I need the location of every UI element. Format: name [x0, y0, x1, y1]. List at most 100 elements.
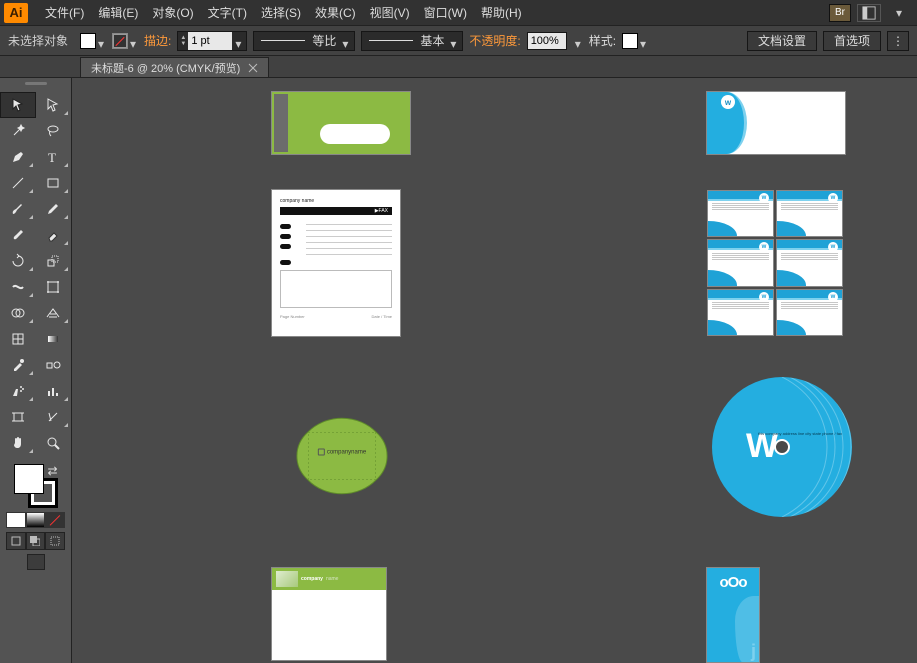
workspace-switcher-icon[interactable] [857, 4, 881, 22]
stroke-swatch [112, 33, 128, 49]
rotate-tool-icon[interactable] [0, 248, 36, 274]
menu-window[interactable]: 窗口(W) [417, 0, 474, 25]
free-transform-tool-icon[interactable] [36, 274, 72, 300]
slice-tool-icon[interactable] [36, 404, 72, 430]
brush-label: 基本 [420, 32, 444, 49]
document-tab-title: 未标题-6 @ 20% (CMYK/预览) [91, 60, 240, 76]
screen-mode-switch[interactable] [0, 554, 71, 570]
rectangle-tool-icon[interactable] [36, 170, 72, 196]
default-fill-stroke-icon[interactable] [14, 498, 24, 508]
stroke-profile-label: 等比 [312, 32, 336, 49]
opacity-label: 不透明度: [469, 32, 520, 49]
artboard-envelope-white[interactable]: w [707, 92, 845, 154]
magic-wand-tool-icon[interactable] [0, 118, 36, 144]
toolbox: T ⇄ [0, 78, 72, 663]
menu-select[interactable]: 选择(S) [254, 0, 308, 25]
document-tab[interactable]: 未标题-6 @ 20% (CMYK/预览) [80, 57, 269, 77]
lh-light: name [326, 576, 339, 582]
menu-effect[interactable]: 效果(C) [308, 0, 363, 25]
menu-type[interactable]: 文字(T) [201, 0, 254, 25]
mesh-tool-icon[interactable] [0, 326, 36, 352]
pencil-tool-icon[interactable] [36, 196, 72, 222]
control-bar: 未选择对象 ▾ ▾ 描边: ▲▼ ▾ 等比 ▾ 基本 ▾ 不透明度: ▾ 样式:… [0, 26, 917, 56]
artboard-envelope-dieline[interactable]: companyname [258, 372, 426, 532]
stroke-profile-picker[interactable]: 等比 ▾ [253, 31, 355, 51]
shape-builder-tool-icon[interactable] [0, 300, 36, 326]
menu-file[interactable]: 文件(F) [38, 0, 91, 25]
artboard-cd-label[interactable]: W this company address line city state p… [707, 372, 857, 522]
paintbrush-tool-icon[interactable] [0, 196, 36, 222]
menu-edit[interactable]: 编辑(E) [91, 0, 145, 25]
fill-swatch [80, 33, 96, 49]
menu-help[interactable]: 帮助(H) [474, 0, 529, 25]
selection-tool-icon[interactable] [0, 92, 36, 118]
svg-text:T: T [48, 150, 56, 165]
fill-swatch-picker[interactable]: ▾ [80, 33, 106, 49]
control-more-icon[interactable]: ⋮ [887, 31, 909, 51]
fax-label: ▶FAX [375, 208, 388, 214]
artboard-letterhead[interactable]: company name [272, 568, 386, 660]
color-mode-gradient[interactable] [26, 512, 46, 528]
canvas[interactable]: w company name ▶FAX Page NumberDate / Ti… [72, 78, 917, 663]
toolbox-grip[interactable] [0, 82, 71, 92]
artboard-postcards[interactable]: w w w w w w [707, 190, 843, 336]
poster-top-icon: oOo [720, 574, 747, 591]
color-mode-solid[interactable] [6, 512, 26, 528]
draw-normal-icon[interactable] [6, 532, 26, 550]
column-graph-tool-icon[interactable] [36, 378, 72, 404]
color-mode-none[interactable] [45, 512, 65, 528]
direct-selection-tool-icon[interactable] [36, 92, 72, 118]
color-mode-bar [6, 512, 65, 528]
fill-color[interactable] [14, 464, 44, 494]
artboard-poster[interactable]: oOo j [707, 568, 759, 662]
stroke-swatch-picker[interactable]: ▾ [112, 33, 138, 49]
line-tool-icon[interactable] [0, 170, 36, 196]
stroke-label: 描边: [144, 32, 171, 49]
draw-behind-icon[interactable] [26, 532, 46, 550]
menubar: Ai 文件(F) 编辑(E) 对象(O) 文字(T) 选择(S) 效果(C) 视… [0, 0, 917, 26]
style-swatch [622, 33, 638, 49]
opacity-dropdown-icon[interactable]: ▾ [575, 37, 583, 45]
scale-tool-icon[interactable] [36, 248, 72, 274]
document-setup-button[interactable]: 文档设置 [747, 31, 817, 51]
app-logo: Ai [4, 3, 28, 23]
close-icon[interactable] [248, 63, 258, 73]
symbol-sprayer-tool-icon[interactable] [0, 378, 36, 404]
blend-tool-icon[interactable] [36, 352, 72, 378]
bridge-icon[interactable]: Br [829, 4, 851, 22]
stroke-weight-input[interactable] [188, 32, 232, 50]
blob-brush-tool-icon[interactable] [0, 222, 36, 248]
perspective-grid-tool-icon[interactable] [36, 300, 72, 326]
lasso-tool-icon[interactable] [36, 118, 72, 144]
preferences-button[interactable]: 首选项 [823, 31, 881, 51]
screen-mode-bar [6, 532, 65, 550]
swap-fill-stroke-icon[interactable]: ⇄ [48, 464, 58, 474]
fax-footer-right: Date / Time [372, 314, 392, 319]
artboard-tool-icon[interactable] [0, 404, 36, 430]
menu-view[interactable]: 视图(V) [363, 0, 417, 25]
opacity-input[interactable] [527, 32, 567, 50]
zoom-tool-icon[interactable] [36, 430, 72, 456]
eyedropper-tool-icon[interactable] [0, 352, 36, 378]
width-tool-icon[interactable] [0, 274, 36, 300]
cd-side-text: this company address line city state pho… [758, 431, 842, 436]
hand-tool-icon[interactable] [0, 430, 36, 456]
brush-picker[interactable]: 基本 ▾ [361, 31, 463, 51]
style-swatch-picker[interactable]: ▾ [622, 33, 648, 49]
selection-status: 未选择对象 [8, 32, 68, 49]
poster-letter: j [751, 645, 756, 658]
menu-object[interactable]: 对象(O) [145, 0, 200, 25]
type-tool-icon[interactable]: T [36, 144, 72, 170]
workspace-dropdown-icon[interactable]: ▾ [887, 4, 911, 22]
artboard-fax-sheet[interactable]: company name ▶FAX Page NumberDate / Time [272, 190, 400, 336]
stroke-weight-field[interactable]: ▲▼ ▾ [177, 31, 247, 51]
style-label: 样式: [589, 32, 616, 49]
draw-inside-icon[interactable] [45, 532, 65, 550]
eraser-tool-icon[interactable] [36, 222, 72, 248]
gradient-tool-icon[interactable] [36, 326, 72, 352]
artboard-envelope-green[interactable] [272, 92, 410, 154]
logo-badge: w [721, 95, 735, 109]
pen-tool-icon[interactable] [0, 144, 36, 170]
fill-stroke-control[interactable]: ⇄ [14, 464, 58, 508]
env-company-text: companyname [327, 449, 366, 455]
